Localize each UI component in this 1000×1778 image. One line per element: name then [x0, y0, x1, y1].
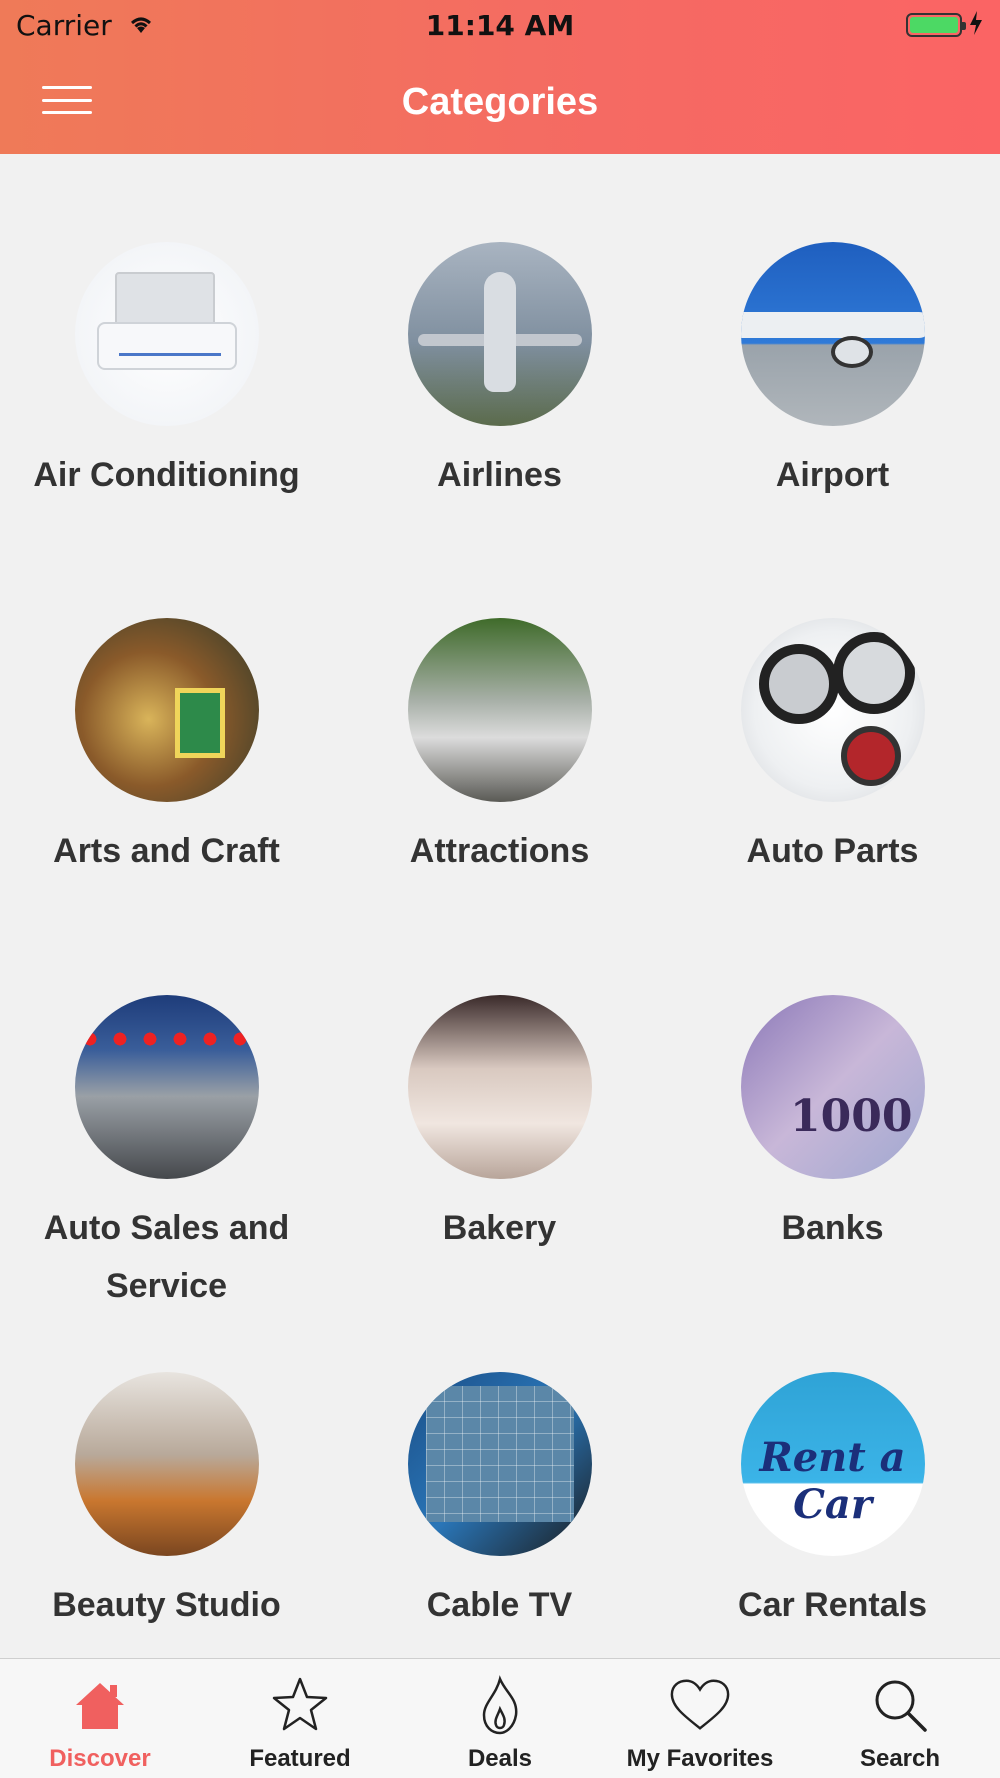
category-cable-tv[interactable]: Cable TV — [333, 1372, 666, 1634]
category-auto-sales-and-service[interactable]: Auto Sales and Service — [0, 995, 333, 1315]
status-right — [906, 9, 984, 42]
category-label: Car Rentals — [738, 1586, 927, 1624]
carrier-label: Carrier — [16, 8, 112, 42]
tab-label: Featured — [249, 1745, 351, 1772]
charging-icon — [968, 9, 984, 42]
category-banks[interactable]: 1000 Banks — [666, 995, 999, 1257]
beauty-studio-image — [74, 1372, 259, 1556]
bakery-image — [407, 995, 592, 1179]
page-title: Categories — [401, 80, 599, 123]
auto-sales-image — [74, 995, 259, 1179]
category-label: Airport — [775, 456, 890, 494]
tab-search[interactable]: Search — [800, 1659, 1000, 1778]
wifi-icon — [126, 9, 156, 42]
tab-bar: Discover Featured Deals My Favorites Sea… — [0, 1658, 1000, 1778]
category-car-rentals[interactable]: Rent a Car Car Rentals — [666, 1372, 999, 1634]
status-bar: Carrier 11:14 AM — [0, 0, 1000, 50]
flame-icon — [468, 1673, 532, 1737]
category-grid: Air Conditioning Airlines Airport Arts a… — [0, 154, 1000, 1658]
category-label: Beauty Studio — [52, 1586, 281, 1624]
category-label: Arts and Craft — [53, 832, 280, 870]
tab-label: Search — [859, 1745, 941, 1772]
category-label: Cable TV — [426, 1586, 573, 1624]
category-bakery[interactable]: Bakery — [333, 995, 666, 1257]
tab-my-favorites[interactable]: My Favorites — [600, 1659, 800, 1778]
tab-deals[interactable]: Deals — [400, 1659, 600, 1778]
tab-label: Deals — [467, 1745, 533, 1772]
category-beauty-studio[interactable]: Beauty Studio — [0, 1372, 333, 1634]
tab-label: Discover — [49, 1745, 151, 1772]
category-label: Auto Sales and Service — [43, 1209, 290, 1305]
banknote-number: 1000 — [790, 1091, 913, 1142]
category-attractions[interactable]: Attractions — [333, 618, 666, 880]
car-rental-text: Rent a Car — [759, 1434, 906, 1528]
hamburger-menu-icon — [42, 86, 92, 89]
status-left: Carrier — [16, 9, 156, 42]
category-label: Auto Parts — [746, 832, 919, 870]
heart-icon — [668, 1673, 732, 1737]
attractions-image — [407, 618, 592, 802]
category-airlines[interactable]: Airlines — [333, 242, 666, 504]
star-icon — [268, 1673, 332, 1737]
category-label: Banks — [781, 1209, 884, 1247]
category-label: Bakery — [442, 1209, 557, 1247]
category-arts-and-craft[interactable]: Arts and Craft — [0, 618, 333, 880]
navigation-bar: Categories — [0, 50, 1000, 154]
tab-featured[interactable]: Featured — [200, 1659, 400, 1778]
menu-button[interactable] — [40, 80, 94, 120]
category-air-conditioning[interactable]: Air Conditioning — [0, 242, 333, 504]
airlines-image — [407, 242, 592, 426]
category-label: Airlines — [437, 456, 562, 494]
banks-image: 1000 — [740, 995, 925, 1179]
airport-image — [740, 242, 925, 426]
arts-and-craft-image — [74, 618, 259, 802]
air-conditioning-image — [74, 242, 259, 426]
tab-label: My Favorites — [626, 1745, 774, 1772]
category-airport[interactable]: Airport — [666, 242, 999, 504]
auto-parts-image — [740, 618, 925, 802]
battery-icon — [906, 13, 966, 37]
cable-tv-image — [407, 1372, 592, 1556]
home-icon — [68, 1673, 132, 1737]
category-label: Attractions — [409, 832, 590, 870]
category-auto-parts[interactable]: Auto Parts — [666, 618, 999, 880]
category-label: Air Conditioning — [33, 456, 300, 494]
tab-discover[interactable]: Discover — [0, 1659, 200, 1778]
search-icon — [868, 1673, 932, 1737]
car-rentals-image: Rent a Car — [740, 1372, 925, 1556]
